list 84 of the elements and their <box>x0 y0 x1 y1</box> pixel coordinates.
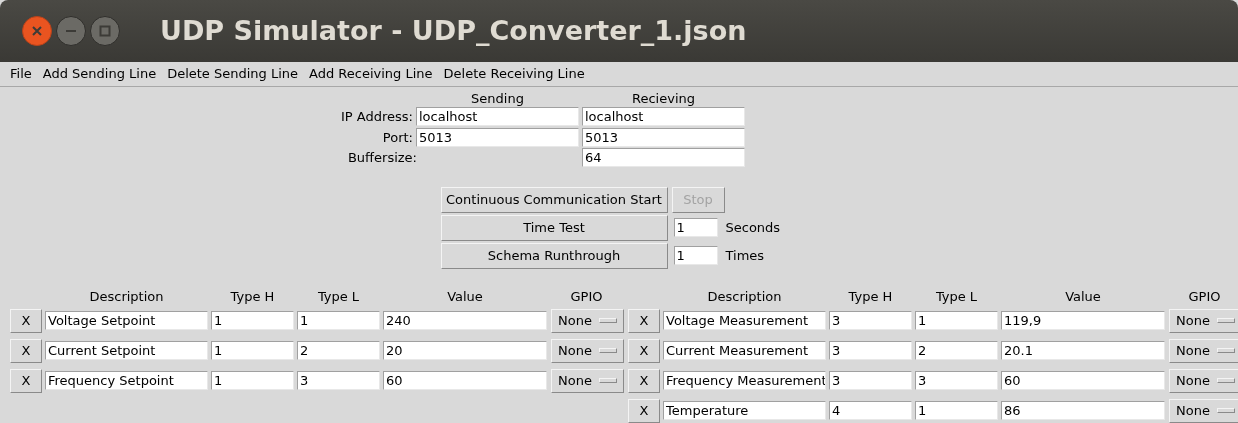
type-h-field[interactable]: 1 <box>211 311 294 330</box>
maximize-window-icon[interactable] <box>90 16 120 46</box>
receiving-field[interactable]: 5013 <box>582 127 745 147</box>
gpio-dropdown[interactable]: None <box>1169 308 1238 333</box>
receiving-field[interactable]: localhost <box>582 107 745 127</box>
description-field[interactable]: Frequency Setpoint <box>45 371 208 390</box>
column-header: Value <box>1065 288 1101 305</box>
value-field[interactable]: 60 <box>1001 371 1165 390</box>
gpio-dropdown[interactable]: None <box>1169 338 1238 363</box>
sending-field[interactable]: 5013 <box>416 127 579 147</box>
dropdown-indicator-icon <box>599 318 617 323</box>
description-field[interactable]: Current Measurement <box>663 341 826 360</box>
description-field[interactable]: Current Setpoint <box>45 341 208 360</box>
dropdown-indicator-icon <box>599 348 617 353</box>
type-h-field[interactable]: 1 <box>211 341 294 360</box>
value-field[interactable]: 119,9 <box>1001 311 1165 330</box>
count-field[interactable]: 1 <box>673 246 718 265</box>
count-field[interactable]: 1 <box>673 218 718 237</box>
field-label: Port: <box>382 128 413 147</box>
type-l-field[interactable]: 3 <box>297 371 380 390</box>
column-header: Type L <box>317 288 360 305</box>
type-l-field[interactable]: 2 <box>915 341 998 360</box>
menu-item[interactable]: Add Receiving Line <box>304 64 438 84</box>
delete-button[interactable]: X <box>628 338 660 363</box>
start-button[interactable]: Continuous Communication Start <box>440 186 668 213</box>
column-header: Type H <box>848 288 893 305</box>
value-field[interactable]: 86 <box>1001 401 1165 420</box>
gpio-dropdown[interactable]: None <box>1169 368 1238 393</box>
type-l-field[interactable]: 1 <box>915 401 998 420</box>
sending-field[interactable]: localhost <box>416 107 579 127</box>
column-header: Recieving <box>632 91 695 107</box>
value-field[interactable]: 240 <box>383 311 547 330</box>
column-header: Sending <box>471 91 524 107</box>
field-label: IP Address: <box>341 108 413 126</box>
column-header: Type H <box>230 288 275 305</box>
description-field[interactable]: Voltage Setpoint <box>45 311 208 330</box>
column-header: Value <box>447 288 483 305</box>
column-header: Description <box>89 288 164 305</box>
type-l-field[interactable]: 1 <box>915 311 998 330</box>
menu-item[interactable]: Delete Receiving Line <box>438 64 590 84</box>
schema-runthrough-button[interactable]: Schema Runthrough <box>440 242 668 269</box>
delete-button[interactable]: X <box>628 368 660 393</box>
field-label: Buffersize: <box>347 149 417 167</box>
close-window-icon[interactable] <box>22 16 52 46</box>
delete-button[interactable]: X <box>628 308 660 333</box>
column-header: Type L <box>935 288 978 305</box>
menu-item[interactable]: Add Sending Line <box>37 64 162 84</box>
gpio-dropdown[interactable]: None <box>551 338 624 363</box>
type-l-field[interactable]: 3 <box>915 371 998 390</box>
window-title: UDP Simulator - UDP_Converter_1.json <box>160 13 747 48</box>
type-h-field[interactable]: 3 <box>829 341 912 360</box>
dropdown-indicator-icon <box>1217 348 1235 353</box>
type-h-field[interactable]: 3 <box>829 311 912 330</box>
value-field[interactable]: 20.1 <box>1001 341 1165 360</box>
dropdown-indicator-icon <box>1217 318 1235 323</box>
type-h-field[interactable]: 4 <box>829 401 912 420</box>
gpio-dropdown[interactable]: None <box>1169 398 1238 423</box>
description-field[interactable]: Voltage Measurement <box>663 311 826 330</box>
column-header: Description <box>707 288 782 305</box>
dropdown-indicator-icon <box>1217 408 1235 413</box>
delete-button[interactable]: X <box>10 338 42 363</box>
type-l-field[interactable]: 2 <box>297 341 380 360</box>
value-field[interactable]: 20 <box>383 341 547 360</box>
menu-item[interactable]: Delete Sending Line <box>162 64 304 84</box>
delete-button[interactable]: X <box>628 398 660 423</box>
type-h-field[interactable]: 1 <box>211 371 294 390</box>
column-header: GPIO <box>570 288 603 305</box>
menu-item[interactable]: File <box>5 64 37 84</box>
gpio-dropdown[interactable]: None <box>551 308 624 333</box>
gpio-dropdown[interactable]: None <box>551 368 624 393</box>
unit-label: Seconds <box>725 218 782 237</box>
time-test-button[interactable]: Time Test <box>440 214 668 241</box>
delete-button[interactable]: X <box>10 308 42 333</box>
type-h-field[interactable]: 3 <box>829 371 912 390</box>
value-field[interactable]: 60 <box>383 371 547 390</box>
dropdown-indicator-icon <box>599 378 617 383</box>
type-l-field[interactable]: 1 <box>297 311 380 330</box>
unit-label: Times <box>725 246 766 265</box>
minimize-window-icon[interactable] <box>56 16 86 46</box>
description-field[interactable]: Temperature <box>663 401 826 420</box>
delete-button[interactable]: X <box>10 368 42 393</box>
dropdown-indicator-icon <box>1217 378 1235 383</box>
column-header: GPIO <box>1188 288 1221 305</box>
receiving-field[interactable]: 64 <box>582 148 745 168</box>
